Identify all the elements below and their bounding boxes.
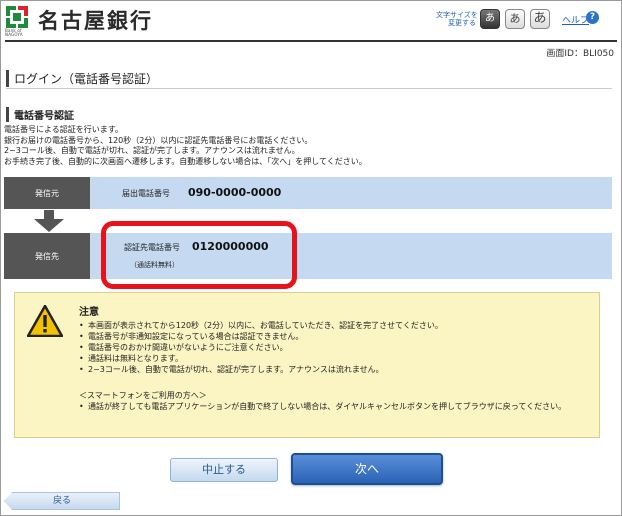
description-line: 銀行お届けの電話番号から、120秒（2分）以内に認証先電話番号にお電話ください。 (4, 135, 313, 145)
notice-item: 電話番号のおかけ間違いがないようにご注意ください。 (79, 342, 589, 353)
section-title: 電話番号認証 (6, 107, 74, 122)
highlight-box (101, 221, 297, 289)
font-size-label: 文字サイズを 変更する (436, 11, 478, 27)
notice-item: 通話料は無料となります。 (79, 353, 589, 364)
page-title: ログイン（電話番号認証） (6, 70, 158, 87)
smartphone-item: 通話が終了しても電話アプリケーションが自動で終了しない場合は、ダイヤルキャンセル… (79, 401, 591, 412)
font-size-medium-button[interactable]: あ (505, 9, 525, 29)
callee-row: 発信先 認証先電話番号 0120000000 （通話料無料） (4, 233, 612, 279)
notice-list: 本画面が表示されてから120秒（2分）以内に、お電話していただき、認証を完了させ… (79, 320, 589, 375)
font-size-large-button[interactable]: あ (530, 9, 550, 29)
next-button[interactable]: 次へ (291, 453, 443, 485)
title-divider (6, 88, 612, 89)
notice-box: 注意 本画面が表示されてから120秒（2分）以内に、お電話していただき、認証を完… (14, 292, 600, 438)
bank-name: 名古屋銀行 (38, 9, 153, 33)
bank-logo-icon (6, 6, 28, 28)
description: 電話番号による認証を行います。 銀行お届けの電話番号から、120秒（2分）以内に… (4, 125, 616, 167)
description-line: 2~3コール後、自動で電話が切れ、認証が完了します。アナウンスは流れません。 (4, 146, 300, 155)
back-button[interactable]: 戻る (4, 492, 120, 510)
bank-logo-subtext: Bank of NAGOYA (5, 28, 23, 37)
notice-title: 注意 (79, 307, 99, 318)
caller-label: 発信元 (4, 177, 90, 209)
notice-item: 電話番号が非通知設定になっている場合は認証できません。 (79, 331, 589, 342)
warning-icon (27, 305, 63, 337)
caller-field-label: 届出電話番号 (122, 189, 170, 198)
notice-item: 2~3コール後、自動で電話が切れ、認証が完了します。アナウンスは流れません。 (79, 364, 589, 375)
smartphone-heading: ＜スマートフォンをご利用の方へ＞ (79, 391, 207, 400)
description-line: お手続き完了後、自動的に次画面へ遷移します。自動遷移しない場合は、「次へ」を押し… (4, 156, 367, 166)
screen-id: 画面ID：BLI050 (546, 49, 614, 59)
callee-label: 発信先 (4, 233, 90, 279)
help-link[interactable]: ヘルプ (562, 13, 589, 26)
help-icon[interactable]: ? (586, 11, 599, 24)
font-size-small-button[interactable]: あ (480, 9, 500, 29)
description-line: 電話番号による認証を行います。 (4, 125, 123, 134)
header: Bank of NAGOYA 名古屋銀行 文字サイズを 変更する あ あ あ ヘ… (0, 0, 622, 40)
caller-phone-number: 090-0000-0000 (188, 186, 282, 199)
smartphone-list: 通話が終了しても電話アプリケーションが自動で終了しない場合は、ダイヤルキャンセル… (79, 401, 591, 412)
notice-item: 本画面が表示されてから120秒（2分）以内に、お電話していただき、認証を完了させ… (79, 320, 589, 331)
down-arrow-icon (34, 210, 64, 232)
caller-row: 発信元 届出電話番号 090-0000-0000 (4, 177, 612, 209)
cancel-button[interactable]: 中止する (170, 458, 278, 482)
header-divider (5, 40, 617, 42)
